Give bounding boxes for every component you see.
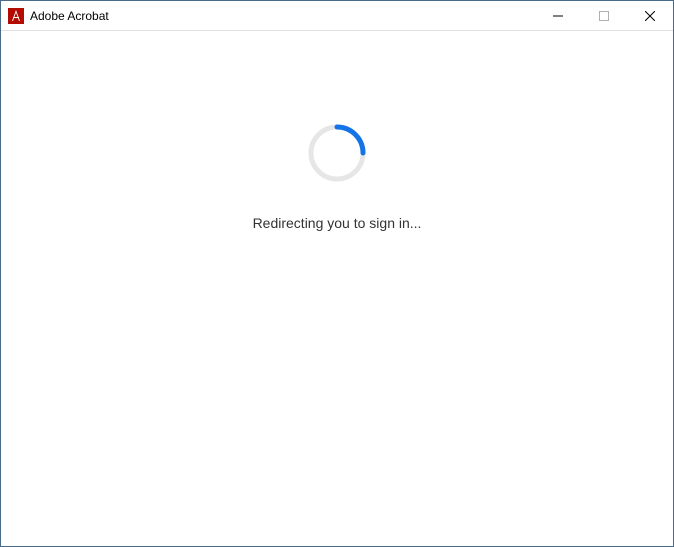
content-area: Redirecting you to sign in... — [1, 31, 673, 546]
app-window: Adobe Acrobat — [0, 0, 674, 547]
window-title: Adobe Acrobat — [30, 9, 535, 23]
window-controls — [535, 1, 673, 30]
loading-spinner-icon — [305, 121, 369, 185]
acrobat-icon — [8, 8, 24, 24]
status-message: Redirecting you to sign in... — [253, 215, 422, 231]
close-button[interactable] — [627, 1, 673, 30]
maximize-button — [581, 1, 627, 30]
titlebar: Adobe Acrobat — [1, 1, 673, 31]
minimize-button[interactable] — [535, 1, 581, 30]
